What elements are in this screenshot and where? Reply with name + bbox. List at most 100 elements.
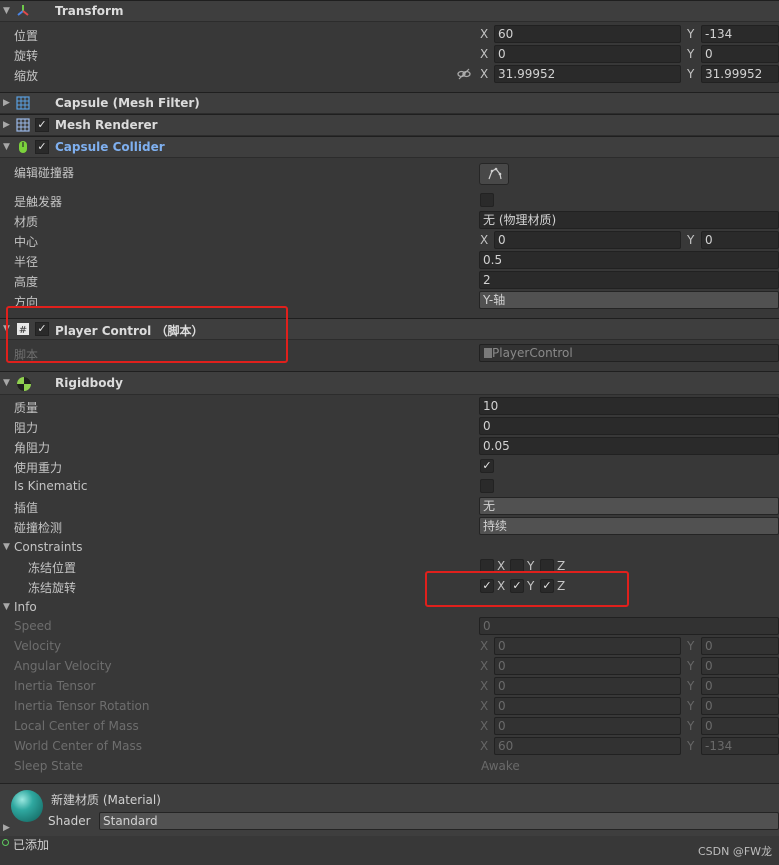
position-y-field[interactable]: -134 <box>701 25 779 43</box>
radius-field[interactable]: 0.5 <box>479 251 779 269</box>
local-center-of-mass-label: Local Center of Mass <box>14 719 139 733</box>
material-title: 新建材质 (Material) <box>51 793 161 807</box>
local-center-of-mass-x-axis: X <box>480 719 489 733</box>
rotation-y-axis: Y <box>687 47 695 61</box>
added-label: 已添加 <box>13 838 50 852</box>
scale-x-axis: X <box>480 67 489 81</box>
inertia-tensor-rotation-y-axis: Y <box>687 699 695 713</box>
edit-collider-icon <box>487 167 503 184</box>
is-trigger-label: 是触发器 <box>14 195 63 209</box>
transform-header[interactable]: ▼ Transform <box>0 0 779 22</box>
sleep-state-value: Awake <box>481 759 520 773</box>
collapse-arrow-icon[interactable]: ▼ <box>3 142 10 152</box>
shader-label: Shader <box>48 814 91 828</box>
velocity-x-field: 0 <box>494 637 681 655</box>
inertia-tensor-label: Inertia Tensor <box>14 679 96 693</box>
collision-detection-label: 碰撞检测 <box>14 521 63 535</box>
highlight-box-player-control <box>6 306 288 363</box>
speed-label: Speed <box>14 619 52 633</box>
mass-label: 质量 <box>14 401 39 415</box>
capsule-collider-header[interactable]: ▼ ✓ Capsule Collider <box>0 136 779 158</box>
mesh-filter-title: Capsule (Mesh Filter) <box>55 96 200 110</box>
shader-dropdown[interactable]: Standard <box>99 812 779 830</box>
use-gravity-label: 使用重力 <box>14 461 63 475</box>
edit-collider-label: 编辑碰撞器 <box>14 166 75 180</box>
material-preview-sphere-icon <box>11 790 43 822</box>
collapse-arrow-icon[interactable]: ▼ <box>3 378 10 388</box>
script-value: PlayerControl <box>492 346 573 360</box>
drag-label: 阻力 <box>14 421 39 435</box>
height-field[interactable]: 2 <box>479 271 779 289</box>
world-center-of-mass-label: World Center of Mass <box>14 739 142 753</box>
info-foldout-icon[interactable]: ▼ <box>3 602 10 612</box>
constraints-foldout-icon[interactable]: ▼ <box>3 542 10 552</box>
watermark: CSDN @FW龙 <box>698 845 773 858</box>
info-label[interactable]: Info <box>14 600 37 614</box>
position-y-axis: Y <box>687 27 695 41</box>
scale-y-field[interactable]: 31.99952 <box>701 65 779 83</box>
local-center-of-mass-x-field: 0 <box>494 717 681 735</box>
constraints-label[interactable]: Constraints <box>14 540 82 554</box>
script-field[interactable]: PlayerControl <box>479 344 779 362</box>
scale-y-axis: Y <box>687 67 695 81</box>
scale-x-field[interactable]: 31.99952 <box>494 65 681 83</box>
center-x-axis: X <box>480 233 489 247</box>
mass-field[interactable]: 10 <box>479 397 779 415</box>
edit-collider-button[interactable] <box>479 163 509 185</box>
inertia-tensor-x-axis: X <box>480 679 489 693</box>
use-gravity-checkbox[interactable]: ✓ <box>480 459 494 473</box>
mesh-filter-icon <box>16 96 30 110</box>
center-label: 中心 <box>14 235 39 249</box>
height-label: 高度 <box>14 275 39 289</box>
inertia-tensor-rotation-label: Inertia Tensor Rotation <box>14 699 150 713</box>
rigidbody-header[interactable]: ▼ Rigidbody <box>0 371 779 395</box>
velocity-y-field: 0 <box>701 637 779 655</box>
angular-drag-field[interactable]: 0.05 <box>479 437 779 455</box>
position-x-field[interactable]: 60 <box>494 25 681 43</box>
is-kinematic-checkbox[interactable] <box>480 479 494 493</box>
rotation-x-field[interactable]: 0 <box>494 45 681 63</box>
interpolate-dropdown[interactable]: 无 <box>479 497 779 515</box>
inertia-tensor-rotation-x-axis: X <box>480 699 489 713</box>
material-foldout-icon[interactable]: ▶ <box>3 823 10 833</box>
inertia-tensor-x-field: 0 <box>494 677 681 695</box>
sleep-state-label: Sleep State <box>14 759 83 773</box>
velocity-x-axis: X <box>480 639 489 653</box>
capsule-collider-icon <box>16 140 30 154</box>
position-label: 位置 <box>14 29 39 43</box>
physic-material-field[interactable]: 无 (物理材质) <box>479 211 779 229</box>
expand-arrow-icon[interactable]: ▶ <box>3 98 10 108</box>
center-y-field[interactable]: 0 <box>701 231 779 249</box>
mesh-filter-header[interactable]: ▶ Capsule (Mesh Filter) <box>0 92 779 114</box>
velocity-y-axis: Y <box>687 639 695 653</box>
drag-field[interactable]: 0 <box>479 417 779 435</box>
mesh-renderer-icon <box>16 118 30 132</box>
mesh-renderer-header[interactable]: ▶ ✓ Mesh Renderer <box>0 114 779 136</box>
angular-drag-label: 角阻力 <box>14 441 51 455</box>
inertia-tensor-y-field: 0 <box>701 677 779 695</box>
highlight-box-freeze-rotation <box>425 571 629 607</box>
capsule-collider-title: Capsule Collider <box>55 140 165 154</box>
rigidbody-title: Rigidbody <box>55 376 123 390</box>
rotation-x-axis: X <box>480 47 489 61</box>
collapse-arrow-icon[interactable]: ▼ <box>3 6 10 16</box>
inertia-tensor-rotation-x-field: 0 <box>494 697 681 715</box>
direction-dropdown[interactable]: Y-轴 <box>479 291 779 309</box>
freeze-position-label: 冻结位置 <box>28 561 77 575</box>
rotation-y-field[interactable]: 0 <box>701 45 779 63</box>
interpolate-label: 插值 <box>14 501 39 515</box>
link-icon[interactable] <box>457 68 471 80</box>
transform-icon <box>16 4 30 18</box>
expand-arrow-icon[interactable]: ▶ <box>3 120 10 130</box>
mesh-renderer-enabled-checkbox[interactable]: ✓ <box>35 118 49 132</box>
capsule-collider-enabled-checkbox[interactable]: ✓ <box>35 140 49 154</box>
center-x-field[interactable]: 0 <box>494 231 681 249</box>
world-center-of-mass-y-axis: Y <box>687 739 695 753</box>
is-trigger-checkbox[interactable] <box>480 193 494 207</box>
mesh-renderer-title: Mesh Renderer <box>55 118 158 132</box>
inertia-tensor-y-axis: Y <box>687 679 695 693</box>
collision-detection-dropdown[interactable]: 持续 <box>479 517 779 535</box>
speed-field: 0 <box>479 617 779 635</box>
added-status-icon <box>2 839 9 846</box>
velocity-label: Velocity <box>14 639 62 653</box>
